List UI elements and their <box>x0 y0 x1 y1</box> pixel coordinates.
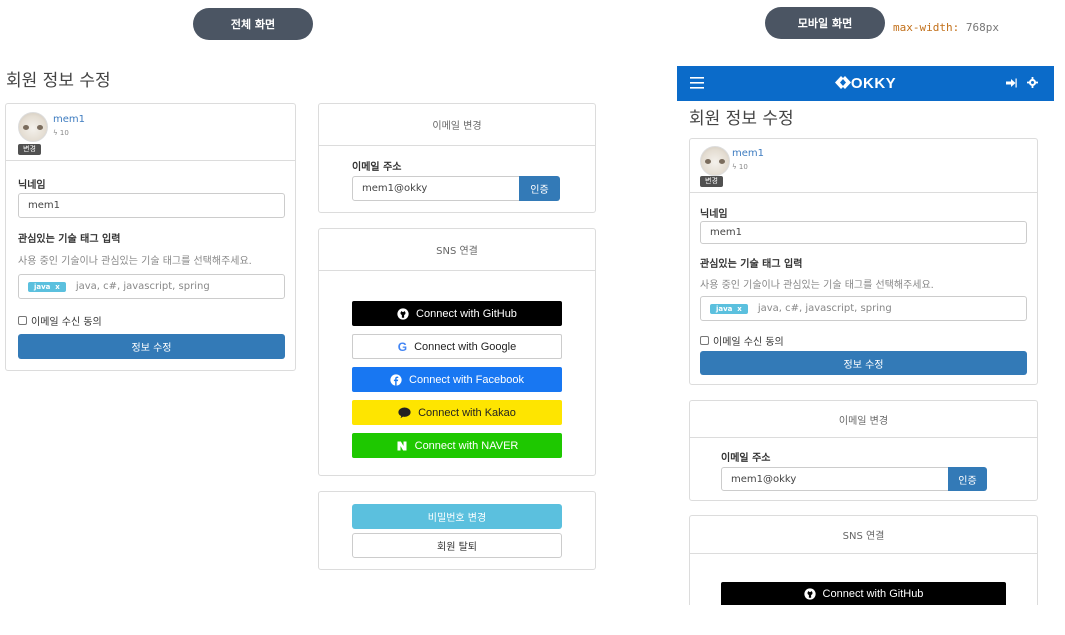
checkbox-icon[interactable] <box>18 316 27 325</box>
mobile-submit-profile-button[interactable]: 정보 수정 <box>700 351 1027 375</box>
sns-panel: SNS 연결 Connect with GitHub G Connect wit… <box>318 228 596 476</box>
mobile-nickname-input[interactable]: mem1 <box>700 221 1027 244</box>
tags-input[interactable]: java x java, c#, javascript, spring <box>18 274 285 299</box>
mobile-username-link[interactable]: mem1 <box>732 148 764 159</box>
mobile-verify-email-button[interactable]: 인증 <box>948 467 987 491</box>
email-panel-header: 이메일 변경 <box>319 104 595 146</box>
google-icon: G <box>397 339 408 354</box>
kakao-icon <box>398 406 411 419</box>
avatar[interactable] <box>18 112 48 142</box>
mobile-nickname-label: 닉네임 <box>700 209 728 220</box>
media-query-label: max-width: 768px <box>893 21 999 34</box>
mobile-page-title: 회원 정보 수정 <box>689 109 794 129</box>
desktop-view-label: 전체 화면 <box>193 8 313 40</box>
logout-icon[interactable] <box>1006 78 1017 91</box>
mobile-connect-github-button[interactable]: Connect with GitHub <box>721 582 1006 605</box>
mobile-sns-panel-header: SNS 연결 <box>690 516 1037 554</box>
connect-facebook-button[interactable]: Connect with Facebook <box>352 367 562 392</box>
mobile-profile-panel: mem1 ϟ 10 변경 닉네임 mem1 관심있는 기술 태그 입력 사용 중… <box>689 138 1038 385</box>
mobile-email-panel: 이메일 변경 이메일 주소 mem1@okky 인증 <box>689 400 1038 501</box>
mobile-email-panel-header: 이메일 변경 <box>690 401 1037 438</box>
connect-naver-button[interactable]: Connect with NAVER <box>352 433 562 458</box>
mobile-user-points: ϟ 10 <box>732 163 748 171</box>
submit-profile-button[interactable]: 정보 수정 <box>18 334 285 359</box>
okky-logo[interactable]: OKKY <box>677 75 1054 92</box>
mobile-email-label: 이메일 주소 <box>721 453 771 464</box>
tags-hint: 사용 중인 기술이나 관심있는 기술 태그를 선택해주세요. <box>18 256 252 267</box>
mobile-tags-placeholder: java, c#, javascript, spring <box>757 303 892 314</box>
account-panel: 비밀번호 변경 회원 탈퇴 <box>318 491 596 570</box>
email-input[interactable]: mem1@okky <box>352 176 520 201</box>
connect-kakao-button[interactable]: Connect with Kakao <box>352 400 562 425</box>
email-consent-checkbox[interactable]: 이메일 수신 동의 <box>18 313 102 328</box>
mobile-avatar-change-button[interactable]: 변경 <box>700 176 723 187</box>
mobile-view-label: 모바일 화면 <box>765 7 885 39</box>
tag-remove-icon[interactable]: x <box>55 283 60 291</box>
facebook-icon <box>390 373 402 386</box>
mobile-tag-chip-java[interactable]: java x <box>710 303 748 314</box>
mobile-tags-input[interactable]: java x java, c#, javascript, spring <box>700 296 1027 321</box>
username-link[interactable]: mem1 <box>53 114 85 125</box>
mobile-sns-panel: SNS 연결 Connect with GitHub <box>689 515 1038 605</box>
mobile-navbar: OKKY <box>677 66 1054 101</box>
user-points: ϟ 10 <box>53 129 69 137</box>
tags-placeholder: java, c#, javascript, spring <box>75 281 210 292</box>
tag-chip-java[interactable]: java x <box>28 281 66 292</box>
nickname-label: 닉네임 <box>18 180 46 191</box>
connect-github-button[interactable]: Connect with GitHub <box>352 301 562 326</box>
divider <box>6 160 295 161</box>
github-icon <box>397 307 409 320</box>
bolt-icon: ϟ <box>53 129 58 137</box>
verify-email-button[interactable]: 인증 <box>519 176 560 201</box>
naver-icon <box>396 440 408 452</box>
github-icon <box>803 588 816 600</box>
mobile-email-input[interactable]: mem1@okky <box>721 467 949 491</box>
withdraw-button[interactable]: 회원 탈퇴 <box>352 533 562 558</box>
tags-label: 관심있는 기술 태그 입력 <box>18 234 121 245</box>
checkbox-icon[interactable] <box>700 336 709 345</box>
page-title: 회원 정보 수정 <box>6 71 111 91</box>
tag-remove-icon[interactable]: x <box>737 305 742 313</box>
nickname-input[interactable]: mem1 <box>18 193 285 218</box>
divider <box>690 192 1037 193</box>
mobile-tags-hint: 사용 중인 기술이나 관심있는 기술 태그를 선택해주세요. <box>700 280 934 291</box>
change-password-button[interactable]: 비밀번호 변경 <box>352 504 562 529</box>
gear-icon[interactable] <box>1027 77 1038 91</box>
bolt-icon: ϟ <box>732 163 737 171</box>
mobile-email-consent-checkbox[interactable]: 이메일 수신 동의 <box>700 333 784 348</box>
sns-panel-header: SNS 연결 <box>319 229 595 271</box>
profile-panel: mem1 ϟ 10 변경 닉네임 mem1 관심있는 기술 태그 입력 사용 중… <box>5 103 296 371</box>
email-panel: 이메일 변경 이메일 주소 mem1@okky 인증 <box>318 103 596 213</box>
mobile-avatar[interactable] <box>700 146 730 176</box>
okky-logo-icon <box>834 76 851 89</box>
mobile-tags-label: 관심있는 기술 태그 입력 <box>700 259 803 270</box>
connect-google-button[interactable]: G Connect with Google <box>352 334 562 359</box>
email-label: 이메일 주소 <box>352 162 402 173</box>
avatar-change-button[interactable]: 변경 <box>18 144 41 155</box>
